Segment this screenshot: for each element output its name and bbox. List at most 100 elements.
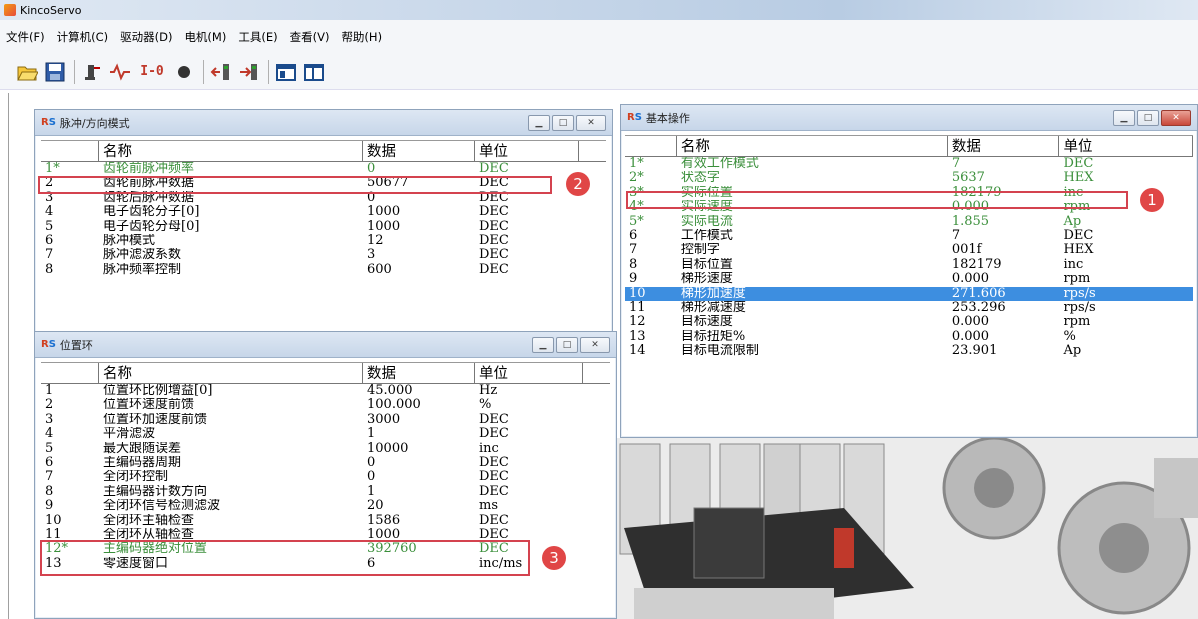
table-row[interactable]: 13 目标扭矩% 0.000% [625,330,1193,344]
table-row[interactable]: 3 位置环加速度前馈 3000 DEC [41,413,610,427]
table-cell: DEC [479,162,509,176]
table-row[interactable]: 12 目标速度 0.000 rpm [625,315,1193,329]
table-row[interactable]: 9 全闭环信号检测滤波 20 ms [41,499,610,513]
window-title-bar[interactable]: RS 位置环 ▁ □ ✕ [35,332,616,358]
header-name[interactable]: 名称 [99,363,363,383]
table-cell: 20 [367,499,384,514]
table-cell: 位置环加速度前馈 [103,412,208,427]
panel-icon[interactable] [275,61,297,83]
table-cell: 45.000 [367,384,413,398]
io-icon[interactable]: I-0 [137,61,167,83]
header-name[interactable]: 名称 [99,141,363,161]
table-cell: 位置环比例增益[0] [103,384,213,398]
header-data[interactable]: 数据 [363,363,475,383]
table-row[interactable]: 7 控制字 001f HEX [625,243,1193,257]
table-row[interactable]: 1 位置环比例增益[0] 45.000 Hz [41,384,610,398]
record-icon[interactable] [173,61,195,83]
table-row[interactable]: 8 脉冲频率控制 600 DEC [41,263,606,277]
table-row[interactable]: 8 目标位置 182179 inc [625,258,1193,272]
table-cell: 目标速度 [680,315,733,330]
table-cell: rpm [1063,272,1091,287]
header-data[interactable]: 数据 [363,141,475,161]
rs-app-icon: RS [41,117,56,128]
close-button[interactable]: ✕ [1161,109,1191,126]
table-cell: 100.000 [367,398,421,413]
maximize-button[interactable]: □ [552,114,574,131]
menu-drive[interactable]: 驱动器(D) [120,29,172,45]
table-cell: DEC [479,470,509,485]
close-button[interactable]: ✕ [576,114,606,131]
upload-icon[interactable] [210,61,232,83]
frame-icon[interactable] [303,61,325,83]
table-cell: 7 [45,470,54,485]
menu-tools[interactable]: 工具(E) [238,29,277,45]
open-folder-icon[interactable] [16,61,38,83]
table-row[interactable]: 8 主编码器计数方向 1 DEC [41,485,610,499]
table-row[interactable]: 14 目标电流限制 23.901 Ap [625,344,1193,358]
header-data[interactable]: 数据 [948,136,1060,156]
table-cell: 3 [367,248,376,263]
maximize-button[interactable]: □ [556,336,578,353]
table-row[interactable]: 11 梯形减速度 253.296 rps/s [625,301,1193,315]
table-cell: 10000 [367,441,409,456]
header-unit[interactable]: 单位 [475,141,579,161]
table-row[interactable]: 5* 实际电流 1.855 Ap [625,215,1193,229]
table-cell: 目标扭矩% [680,329,746,344]
menu-file[interactable]: 文件(F) [6,29,45,45]
table-cell: DEC [1063,228,1094,243]
minimize-button[interactable]: ▁ [528,114,550,131]
table-row-selected[interactable]: 10 梯形加速度 271.606 rps/s [625,286,1193,301]
header-unit[interactable]: 单位 [475,363,583,383]
table-cell: 主编码器周期 [103,455,182,470]
table-row[interactable]: 7 全闭环控制 0 DEC [41,470,610,484]
table-cell: DEC [1063,157,1094,171]
table-cell: 14 [629,344,646,359]
table-cell: DEC [479,233,509,248]
download-icon[interactable] [238,61,260,83]
table-cell: 控制字 [680,243,720,258]
product-photo-background [614,438,1198,619]
table-cell: 3 [45,412,54,427]
table-row[interactable]: 2 位置环速度前馈 100.000% [41,398,610,412]
menu-help[interactable]: 帮助(H) [341,29,382,45]
header-unit[interactable]: 单位 [1059,136,1193,156]
table-row[interactable]: 5 最大跟随误差 10000 inc [41,442,610,456]
minimize-button[interactable]: ▁ [1113,109,1135,126]
window-title-bar[interactable]: RS 基本操作 ▁ □ ✕ [621,105,1197,131]
table-row[interactable]: 2* 状态字 5637 HEX [625,171,1193,185]
table-row[interactable]: 9 梯形速度 0.000 rpm [625,272,1193,286]
table-row[interactable]: 1* 有效工作模式 7 DEC [625,157,1193,171]
minimize-button[interactable]: ▁ [532,336,554,353]
menu-view[interactable]: 查看(V) [290,29,330,45]
pulse-direction-window[interactable]: RS 脉冲/方向模式 ▁ □ ✕ 名称 数据 单位 1* 齿轮前脉冲频率 0 DEC … [34,109,613,339]
table-cell: DEC [479,219,509,234]
basic-operation-window[interactable]: RS 基本操作 ▁ □ ✕ 名称 数据 单位 1* 有效工作模式 7 DEC 2* 状态… [620,104,1198,438]
table-cell: 5* [629,214,644,229]
table-cell: 6 [45,455,54,470]
table-cell: 梯形速度 [680,272,733,287]
header-name[interactable]: 名称 [677,136,948,156]
close-button[interactable]: ✕ [580,336,610,353]
table-row[interactable]: 5 电子齿轮分母[0] 1000 DEC [41,220,606,234]
table-row[interactable]: 6 工作模式 7 DEC [625,229,1193,243]
table-row[interactable]: 4 电子齿轮分子[0] 1000 DEC [41,205,606,219]
table-cell: 1000 [367,205,401,220]
table-row[interactable]: 1* 齿轮前脉冲频率 0 DEC [41,162,606,176]
menu-computer[interactable]: 计算机(C) [57,29,109,45]
table-cell: 脉冲滤波系数 [103,248,182,263]
table-row[interactable]: 7 脉冲滤波系数 3 DEC [41,248,606,262]
table-cell: 梯形减速度 [680,300,746,315]
table-cell: HEX [1063,171,1094,186]
menu-motor[interactable]: 电机(M) [184,29,226,45]
save-icon[interactable] [44,61,66,83]
table-row[interactable]: 4 平滑滤波 1 DEC [41,427,610,441]
table-cell: 0 [367,455,376,470]
waveform-icon[interactable] [109,61,131,83]
table-row[interactable]: 6 脉冲模式 12 DEC [41,234,606,248]
hand-icon[interactable] [81,61,103,83]
table-cell: 13 [629,329,646,344]
window-title-bar[interactable]: RS 脉冲/方向模式 ▁ □ ✕ [35,110,612,136]
maximize-button[interactable]: □ [1137,109,1159,126]
table-row[interactable]: 10 全闭环主轴检查 1586 DEC [41,514,610,528]
table-row[interactable]: 6 主编码器周期 0 DEC [41,456,610,470]
